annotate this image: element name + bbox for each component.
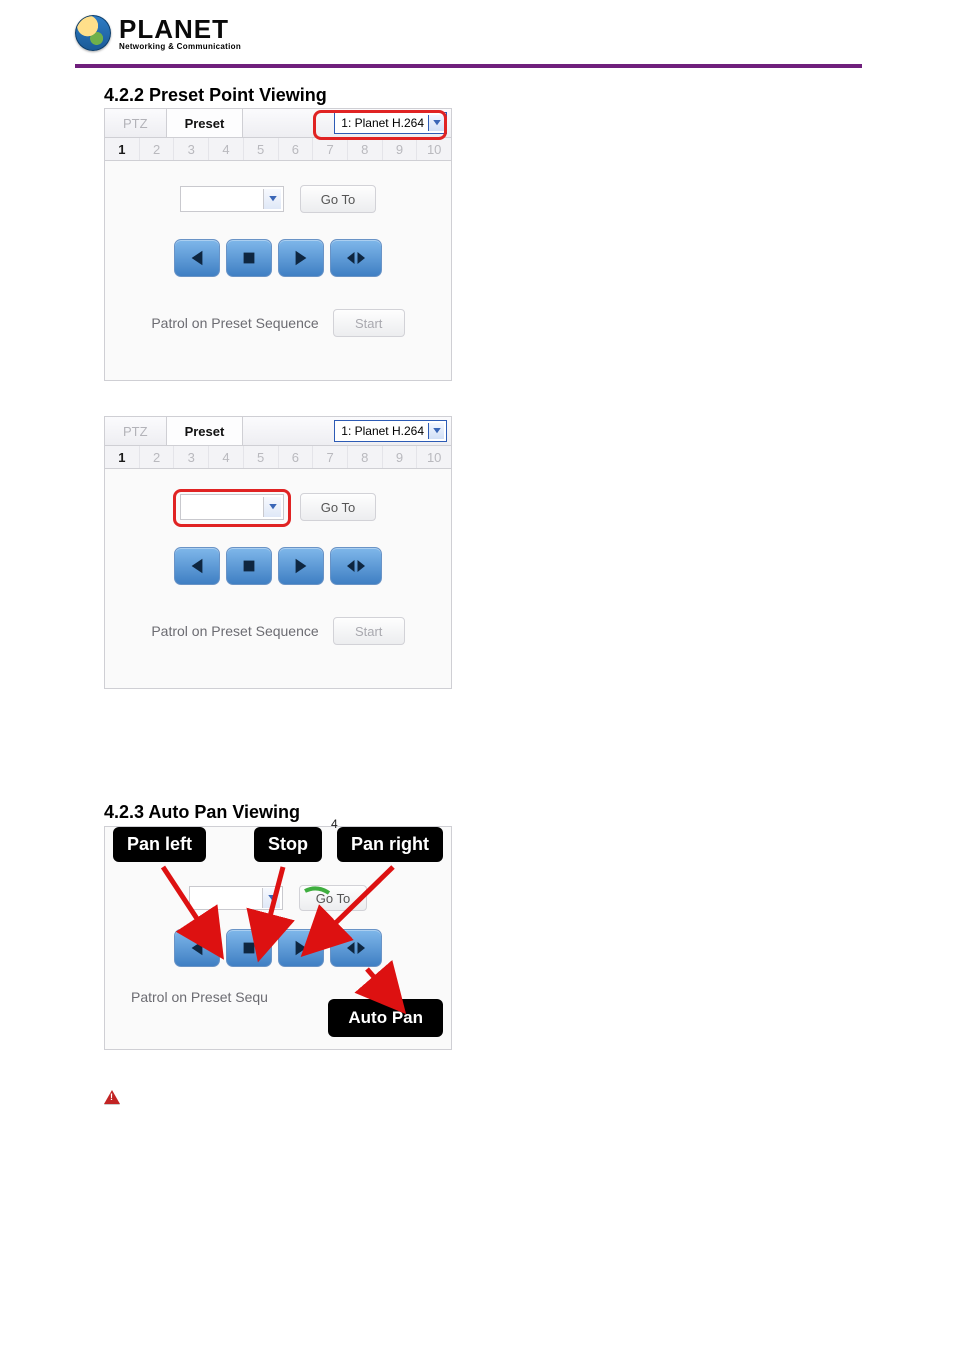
camera-select-value: 1: Planet H.264 <box>341 116 424 130</box>
chevron-down-icon <box>428 115 444 131</box>
goto-button-label: Go To <box>316 891 350 906</box>
playback-controls <box>105 929 451 967</box>
preset-number-1[interactable]: 1 <box>105 446 140 468</box>
preset-number-10[interactable]: 10 <box>417 138 451 160</box>
brand-tagline: Networking & Communication <box>119 43 241 51</box>
preset-number-row: 1 2 3 4 5 6 7 8 9 10 <box>105 446 451 469</box>
patrol-label: Patrol on Preset Sequ <box>131 989 268 1005</box>
label-pan-right: 4 Pan right <box>337 827 443 862</box>
goto-button[interactable]: Go To <box>299 885 367 911</box>
preset-number-3[interactable]: 3 <box>174 138 209 160</box>
preset-select[interactable] <box>180 186 284 212</box>
tab-preset[interactable]: Preset <box>167 417 244 445</box>
label-stop: Stop <box>254 827 322 862</box>
preset-panel-bottom: PTZ Preset 1: Planet H.264 1 2 3 4 5 6 7… <box>104 416 452 689</box>
step-button[interactable] <box>330 239 382 277</box>
preset-number-7[interactable]: 7 <box>313 138 348 160</box>
preset-number-9[interactable]: 9 <box>383 138 418 160</box>
patrol-label: Patrol on Preset Sequence <box>151 623 318 639</box>
preset-number-10[interactable]: 10 <box>417 446 451 468</box>
preset-number-8[interactable]: 8 <box>348 446 383 468</box>
camera-select-value: 1: Planet H.264 <box>341 424 424 438</box>
chevron-down-icon <box>262 888 280 908</box>
preset-panel-top: PTZ Preset 1: Planet H.264 1 2 3 4 5 6 7… <box>104 108 452 381</box>
tab-ptz[interactable]: PTZ <box>105 417 167 445</box>
camera-select[interactable]: 1: Planet H.264 <box>334 420 447 442</box>
preset-number-5[interactable]: 5 <box>244 446 279 468</box>
start-button[interactable]: Start <box>333 617 405 645</box>
label-pan-left: Pan left <box>113 827 206 862</box>
label-index-4: 4 <box>331 817 338 831</box>
chevron-down-icon <box>428 423 444 439</box>
start-button[interactable]: Start <box>333 309 405 337</box>
step-button[interactable] <box>330 929 382 967</box>
preset-number-4[interactable]: 4 <box>209 446 244 468</box>
label-auto-pan: Auto Pan <box>328 999 443 1037</box>
preset-number-4[interactable]: 4 <box>209 138 244 160</box>
preset-number-7[interactable]: 7 <box>313 446 348 468</box>
globe-icon <box>75 15 111 51</box>
preset-number-2[interactable]: 2 <box>140 446 175 468</box>
patrol-label: Patrol on Preset Sequence <box>151 315 318 331</box>
preset-number-1[interactable]: 1 <box>105 138 140 160</box>
play-button[interactable] <box>278 547 324 585</box>
preset-number-5[interactable]: 5 <box>244 138 279 160</box>
camera-select[interactable]: 1: Planet H.264 <box>334 112 447 134</box>
chevron-down-icon <box>263 497 281 517</box>
section-heading-422: 4.2.2 Preset Point Viewing <box>104 85 327 106</box>
preset-number-9[interactable]: 9 <box>383 446 418 468</box>
preset-number-row: 1 2 3 4 5 6 7 8 9 10 <box>105 138 451 161</box>
step-button[interactable] <box>330 547 382 585</box>
tab-ptz[interactable]: PTZ <box>105 109 167 137</box>
play-prev-button[interactable] <box>174 239 220 277</box>
chevron-down-icon <box>263 189 281 209</box>
playback-controls <box>105 547 451 585</box>
preset-number-2[interactable]: 2 <box>140 138 175 160</box>
play-button[interactable] <box>278 239 324 277</box>
section-heading-423: 4.2.3 Auto Pan Viewing <box>104 802 300 823</box>
preset-select[interactable] <box>180 494 284 520</box>
play-button[interactable] <box>278 929 324 967</box>
brand-logo: PLANET Networking & Communication <box>75 15 241 51</box>
brand-name: PLANET <box>119 16 241 42</box>
play-prev-button[interactable] <box>174 547 220 585</box>
playback-controls <box>105 239 451 277</box>
stop-button[interactable] <box>226 547 272 585</box>
stop-button[interactable] <box>226 239 272 277</box>
preset-number-3[interactable]: 3 <box>174 446 209 468</box>
preset-number-6[interactable]: 6 <box>279 138 314 160</box>
goto-button[interactable]: Go To <box>300 185 376 213</box>
header-divider <box>75 64 862 68</box>
preset-number-8[interactable]: 8 <box>348 138 383 160</box>
preset-number-6[interactable]: 6 <box>279 446 314 468</box>
goto-button[interactable]: Go To <box>300 493 376 521</box>
play-prev-button[interactable] <box>174 929 220 967</box>
preset-select[interactable] <box>189 886 283 910</box>
warning-icon <box>104 1090 120 1104</box>
autopan-figure: Pan left Stop 4 Pan right Go To Patrol o… <box>104 826 452 1050</box>
stop-button[interactable] <box>226 929 272 967</box>
tab-preset[interactable]: Preset <box>167 109 244 137</box>
